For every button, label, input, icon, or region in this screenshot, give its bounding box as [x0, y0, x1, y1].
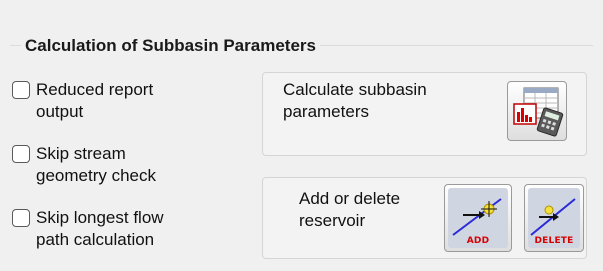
skip-longest-flow-option[interactable]: Skip longest flow path calculation [12, 207, 164, 251]
skip-stream-geometry-option[interactable]: Skip stream geometry check [12, 143, 156, 187]
panel-title: Calculation of Subbasin Parameters [21, 36, 320, 56]
calculate-subbasin-group: Calculate subbasin parameters [262, 72, 587, 156]
calculate-subbasin-button[interactable] [507, 81, 567, 141]
skip-stream-geometry-label: Skip stream geometry check [36, 144, 156, 185]
skip-stream-geometry-checkbox[interactable] [12, 145, 30, 163]
reservoir-group: Add or delete reservoir ADD DELETE [262, 177, 587, 259]
reduced-report-option[interactable]: Reduced report output [12, 79, 153, 123]
skip-longest-flow-checkbox[interactable] [12, 209, 30, 227]
skip-longest-flow-label: Skip longest flow path calculation [36, 208, 164, 249]
add-button-label: ADD [466, 236, 490, 246]
delete-button-label: DELETE [534, 236, 574, 246]
delete-reservoir-button[interactable]: DELETE [524, 184, 584, 252]
reservoir-label: Add or delete reservoir [299, 189, 401, 230]
add-reservoir-button[interactable]: ADD [444, 184, 512, 252]
reduced-report-label: Reduced report output [36, 80, 154, 121]
calculate-subbasin-label: Calculate subbasin parameters [283, 80, 427, 121]
spreadsheet-chart-calculator-icon [513, 87, 564, 137]
reduced-report-checkbox[interactable] [12, 81, 30, 99]
